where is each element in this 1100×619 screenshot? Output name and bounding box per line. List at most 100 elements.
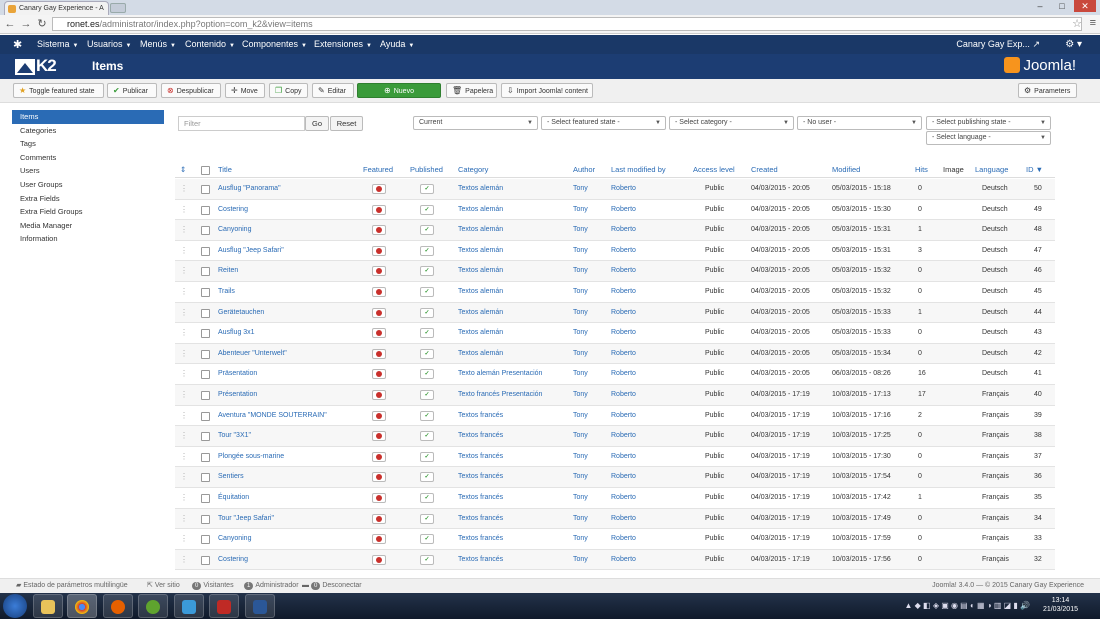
col-access-level[interactable]: Access level bbox=[693, 162, 735, 177]
item-title-link[interactable]: Tour "3X1" bbox=[218, 426, 251, 446]
drag-handle-icon[interactable]: ⋮ bbox=[180, 200, 188, 220]
user-select[interactable]: - No user - ▼ bbox=[797, 116, 922, 130]
new-button[interactable]: ⊕ Nuevo bbox=[357, 83, 441, 98]
item-title-link[interactable]: Ausflug "Panorama" bbox=[218, 179, 281, 199]
drag-handle-icon[interactable]: ⋮ bbox=[180, 261, 188, 281]
drag-handle-icon[interactable]: ⋮ bbox=[180, 282, 188, 302]
modified-by-link[interactable]: Roberto bbox=[611, 200, 636, 220]
row-checkbox[interactable] bbox=[201, 411, 210, 421]
move-button[interactable]: ✛ Move bbox=[225, 83, 265, 98]
modified-by-link[interactable]: Roberto bbox=[611, 344, 636, 364]
sidebar-item-information[interactable]: Information bbox=[12, 232, 164, 246]
col-created[interactable]: Created bbox=[751, 162, 778, 177]
site-user-link[interactable]: Canary Gay Exp... ↗ bbox=[956, 35, 1040, 54]
col-author[interactable]: Author bbox=[573, 162, 595, 177]
row-checkbox[interactable] bbox=[201, 555, 210, 565]
category-link[interactable]: Textos francés bbox=[458, 529, 503, 549]
bookmark-star-icon[interactable]: ☆ bbox=[1072, 17, 1082, 30]
category-link[interactable]: Textos francés bbox=[458, 467, 503, 487]
row-checkbox[interactable] bbox=[201, 288, 210, 297]
start-button-icon[interactable] bbox=[3, 594, 27, 618]
toggle-featured-button[interactable]: ★ Toggle featured state bbox=[13, 83, 104, 98]
forward-icon[interactable]: → bbox=[20, 17, 32, 31]
author-link[interactable]: Tony bbox=[573, 220, 588, 240]
drag-handle-icon[interactable]: ⋮ bbox=[180, 529, 188, 549]
copy-button[interactable]: ❐ Copy bbox=[269, 83, 308, 98]
modified-by-link[interactable]: Roberto bbox=[611, 426, 636, 446]
sidebar-item-extra-field-groups[interactable]: Extra Field Groups bbox=[12, 205, 164, 219]
col-language[interactable]: Language bbox=[975, 162, 1008, 177]
menu-extensiones[interactable]: Extensiones ▼ bbox=[314, 35, 372, 54]
category-link[interactable]: Textos francés bbox=[458, 447, 503, 467]
item-title-link[interactable]: Aventura "MONDE SOUTERRAIN" bbox=[218, 406, 327, 426]
col-last-modified-by[interactable]: Last modified by bbox=[611, 162, 666, 177]
unfeatured-icon[interactable] bbox=[372, 472, 386, 483]
col-featured[interactable]: Featured bbox=[363, 162, 393, 177]
item-title-link[interactable]: Ausflug 3x1 bbox=[218, 323, 255, 343]
row-checkbox[interactable] bbox=[201, 329, 210, 339]
author-link[interactable]: Tony bbox=[573, 241, 588, 261]
select-all-checkbox[interactable] bbox=[201, 166, 210, 175]
published-check-icon[interactable]: ✓ bbox=[420, 348, 434, 359]
item-title-link[interactable]: Gerätetauchen bbox=[218, 303, 264, 323]
item-title-link[interactable]: Costering bbox=[218, 550, 248, 570]
author-link[interactable]: Tony bbox=[573, 200, 588, 220]
category-link[interactable]: Textos francés bbox=[458, 550, 503, 570]
category-link[interactable]: Textos alemán bbox=[458, 241, 503, 261]
author-link[interactable]: Tony bbox=[573, 261, 588, 281]
drag-handle-icon[interactable]: ⋮ bbox=[180, 426, 188, 446]
col-hits[interactable]: Hits bbox=[915, 162, 928, 177]
modified-by-link[interactable]: Roberto bbox=[611, 179, 636, 199]
language-select[interactable]: - Select language - ▼ bbox=[926, 131, 1051, 145]
category-link[interactable]: Textos alemán bbox=[458, 220, 503, 240]
item-title-link[interactable]: Canyoning bbox=[218, 529, 251, 549]
author-link[interactable]: Tony bbox=[573, 344, 588, 364]
modified-by-link[interactable]: Roberto bbox=[611, 282, 636, 302]
new-tab-button[interactable] bbox=[110, 3, 126, 13]
category-link[interactable]: Textos francés bbox=[458, 406, 503, 426]
modified-by-link[interactable]: Roberto bbox=[611, 488, 636, 508]
item-title-link[interactable]: Reiten bbox=[218, 261, 238, 281]
author-link[interactable]: Tony bbox=[573, 364, 588, 384]
author-link[interactable]: Tony bbox=[573, 179, 588, 199]
search-input[interactable]: Filter bbox=[178, 116, 305, 131]
browser-tab[interactable]: Canary Gay Experience - A bbox=[4, 1, 109, 15]
category-link[interactable]: Texto francés Presentación bbox=[458, 385, 542, 405]
go-button[interactable]: Go bbox=[305, 116, 329, 131]
back-icon[interactable]: ← bbox=[4, 17, 16, 31]
item-title-link[interactable]: Sentiers bbox=[218, 467, 244, 487]
drag-handle-icon[interactable]: ⋮ bbox=[180, 220, 188, 240]
row-checkbox[interactable] bbox=[201, 205, 210, 215]
reload-icon[interactable]: ↻ bbox=[36, 17, 48, 31]
modified-by-link[interactable]: Roberto bbox=[611, 364, 636, 384]
import-button[interactable]: ⇩ Import Joomla! content bbox=[501, 83, 593, 98]
item-title-link[interactable]: Canyoning bbox=[218, 220, 251, 240]
unfeatured-icon[interactable] bbox=[372, 513, 386, 524]
author-link[interactable]: Tony bbox=[573, 426, 588, 446]
trash-button[interactable]: 🗑 Papelera bbox=[446, 83, 497, 98]
unfeatured-icon[interactable] bbox=[372, 328, 386, 339]
drag-handle-icon[interactable]: ⋮ bbox=[180, 179, 188, 199]
sidebar-item-categories[interactable]: Categories bbox=[12, 124, 164, 138]
url-input[interactable]: ronet.es/administrator/index.php?option=… bbox=[52, 17, 1082, 31]
unfeatured-icon[interactable] bbox=[372, 493, 386, 503]
author-link[interactable]: Tony bbox=[573, 509, 588, 529]
publishing-state-select[interactable]: - Select publishing state - ▼ bbox=[926, 116, 1051, 130]
sidebar-item-extra-fields[interactable]: Extra Fields bbox=[12, 192, 164, 206]
maximize-icon[interactable]: □ bbox=[1052, 0, 1072, 12]
unfeatured-icon[interactable] bbox=[372, 245, 386, 256]
drag-handle-icon[interactable]: ⋮ bbox=[180, 303, 188, 323]
published-check-icon[interactable]: ✓ bbox=[420, 534, 434, 545]
drag-handle-icon[interactable]: ⋮ bbox=[180, 467, 188, 487]
menu-sistema[interactable]: Sistema ▼ bbox=[37, 35, 78, 54]
modified-by-link[interactable]: Roberto bbox=[611, 529, 636, 549]
item-title-link[interactable]: Präsentation bbox=[218, 364, 257, 384]
published-check-icon[interactable]: ✓ bbox=[420, 431, 434, 442]
sidebar-item-items[interactable]: Items bbox=[12, 110, 164, 124]
category-link[interactable]: Textos alemán bbox=[458, 344, 503, 364]
unfeatured-icon[interactable] bbox=[372, 184, 386, 194]
unfeatured-icon[interactable] bbox=[372, 266, 386, 277]
modified-by-link[interactable]: Roberto bbox=[611, 509, 636, 529]
row-checkbox[interactable] bbox=[201, 432, 210, 442]
author-link[interactable]: Tony bbox=[573, 467, 588, 487]
